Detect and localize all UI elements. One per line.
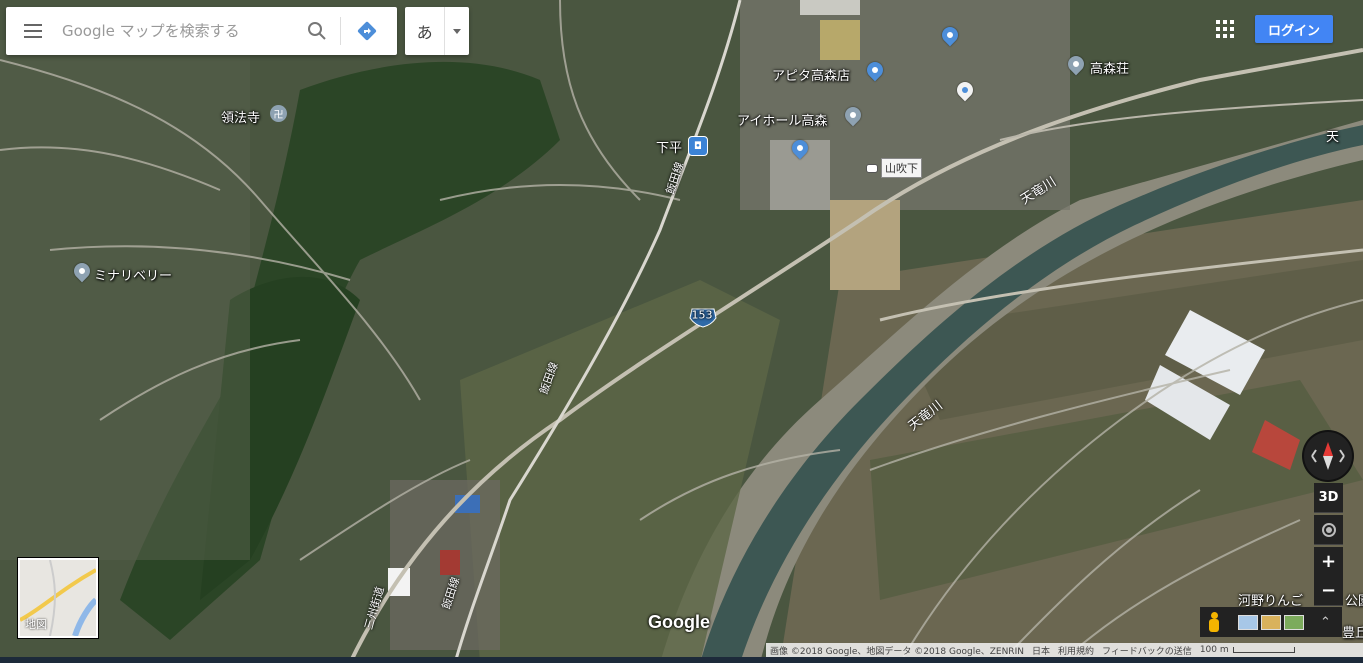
pegman-icon[interactable] (1208, 612, 1220, 632)
place-label: ミナリベリー (94, 269, 173, 284)
temple-icon: 卍 (270, 105, 287, 122)
place-label: 天 (1326, 130, 1340, 145)
place-label: 領法寺 (221, 111, 261, 126)
imagery-thumbnail[interactable] (1284, 614, 1304, 630)
zoom-in-button[interactable]: + (1314, 547, 1343, 577)
compass-icon (1311, 442, 1345, 470)
region-link[interactable]: 日本 (1028, 644, 1054, 657)
search-icon (308, 22, 326, 40)
place-label: アイホール高森 (737, 114, 828, 129)
chevron-down-icon (444, 7, 469, 55)
place-label[interactable]: 豊丘 (1342, 622, 1363, 641)
map-type-toggle[interactable]: 地図 (18, 558, 98, 638)
imagery-thumbnail[interactable] (1238, 614, 1258, 630)
login-button[interactable]: ログイン (1255, 15, 1333, 43)
route-153-label: 153 (691, 308, 713, 322)
input-method-selector[interactable]: あ (405, 7, 469, 55)
window-bottom-edge (0, 657, 1363, 663)
bus-stop-icon (866, 163, 878, 173)
google-logo: Google (648, 612, 710, 632)
menu-button[interactable] (6, 7, 60, 55)
station-label: 下平 (656, 141, 683, 156)
satellite-map[interactable] (0, 0, 1363, 663)
chevron-up-icon[interactable]: ⌃ (1320, 615, 1331, 630)
bus-stop-yamabukishita[interactable]: 山吹下 (866, 158, 922, 178)
directions-icon (357, 21, 377, 41)
my-location-button[interactable] (1314, 515, 1343, 545)
street-view-panel: ⌃ (1200, 607, 1342, 637)
imagery-attribution: 画像 ©2018 Google、地図データ ©2018 Google、ZENRI… (770, 646, 1024, 657)
feedback-link[interactable]: フィードバックの送信 (1098, 644, 1196, 657)
search-box (6, 7, 397, 55)
imagery-thumbnail[interactable] (1261, 614, 1281, 630)
3d-toggle-button[interactable]: 3D (1314, 483, 1343, 513)
place-label[interactable]: 公園 (1345, 590, 1363, 609)
compass-control[interactable] (1304, 432, 1352, 480)
train-station-icon: ◘ (688, 136, 708, 156)
directions-button[interactable] (341, 7, 393, 55)
search-input[interactable] (60, 10, 294, 52)
attribution-bar: 画像 ©2018 Google、地図データ ©2018 Google、ZENRI… (766, 643, 1363, 657)
place-label: アピタ高森店 (772, 69, 851, 84)
terms-link[interactable]: 利用規約 (1054, 644, 1098, 657)
apps-grid-icon[interactable] (1216, 20, 1234, 38)
zoom-out-button[interactable]: − (1314, 576, 1343, 606)
location-icon (1321, 522, 1336, 537)
scale-label[interactable]: 100 m (1196, 645, 1233, 655)
hamburger-icon (24, 30, 42, 32)
search-button[interactable] (294, 7, 340, 55)
scale-bar (1232, 647, 1295, 653)
place-label: 高森荘 (1090, 62, 1130, 77)
ime-label: あ (416, 23, 433, 42)
minimap-label: 地図 (25, 618, 47, 631)
bus-stop-label: 山吹下 (881, 158, 922, 178)
